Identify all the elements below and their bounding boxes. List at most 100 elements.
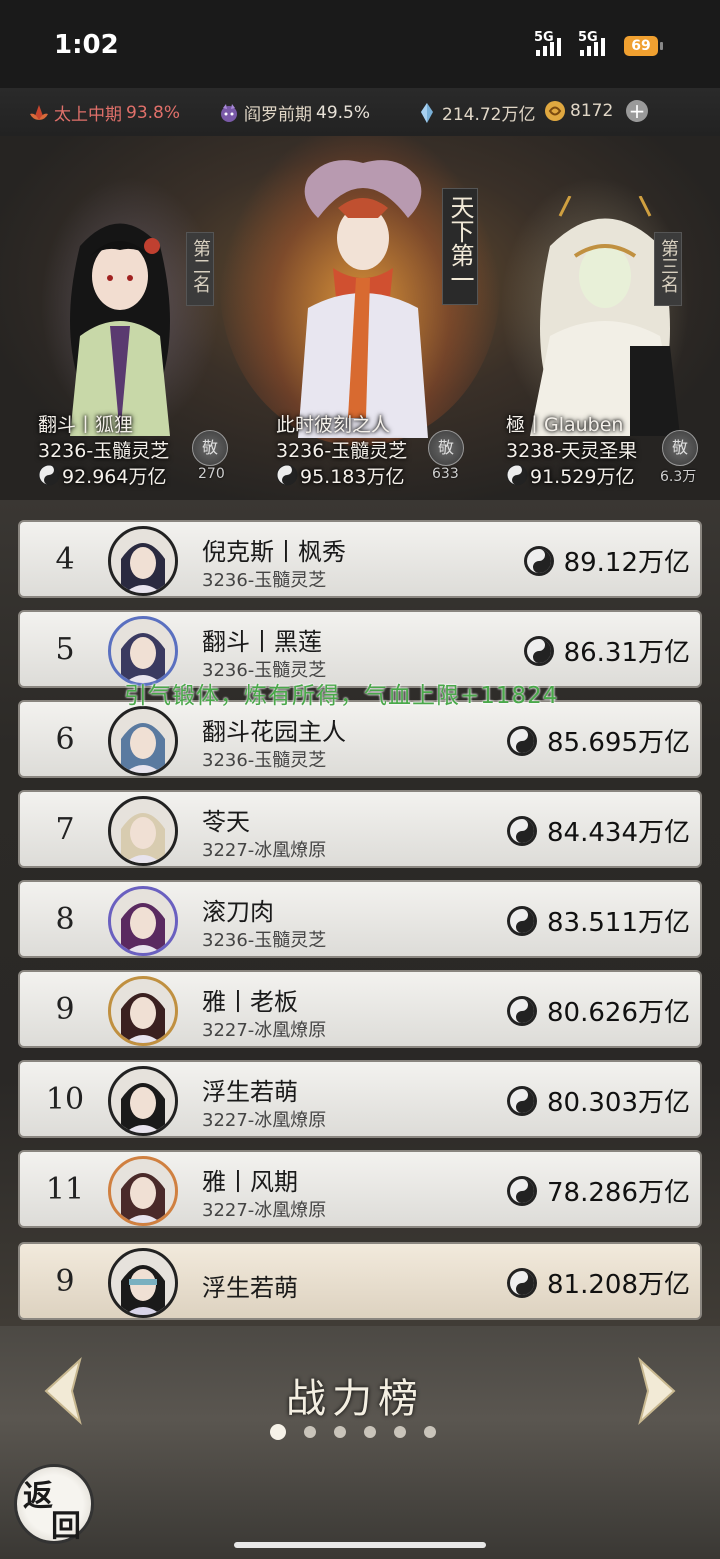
avatar-portrait xyxy=(121,813,165,863)
player-name: 苓天 xyxy=(202,808,250,836)
second-power-line: 92.964万亿 xyxy=(38,462,169,488)
yin-yang-icon xyxy=(38,464,60,486)
ranking-row[interactable]: 8 滚刀肉 3236-玉髓灵芝 83.511万亿 xyxy=(18,880,702,958)
player-avatar[interactable] xyxy=(108,796,178,866)
third-name: 極丨Glauben xyxy=(506,414,624,436)
rank-number: 10 xyxy=(45,1082,85,1117)
rank-number: 11 xyxy=(45,1172,85,1207)
status-bar: 1:02 5G 5G 69 xyxy=(0,0,720,88)
realm1-name: 太上中期 xyxy=(54,105,122,125)
power-value: 78.286万亿 xyxy=(547,1178,690,1208)
player-server: 3227-冰凰燎原 xyxy=(202,1020,327,1041)
leaderboard-title: 战力榜 xyxy=(286,1376,424,1422)
realm-progress-2[interactable]: 阎罗前期 49.5% xyxy=(218,100,370,125)
player-server: 3236-玉髓灵芝 xyxy=(202,750,327,771)
rank-number: 7 xyxy=(55,812,75,847)
yin-yang-icon xyxy=(507,905,538,936)
player-name: 滚刀肉 xyxy=(202,898,274,926)
yin-yang-icon xyxy=(523,545,554,576)
my-power-value: 81.208万亿 xyxy=(547,1270,690,1300)
player-name: 雅丨风期 xyxy=(202,1168,298,1196)
page-dot[interactable] xyxy=(394,1426,406,1438)
player-avatar[interactable] xyxy=(108,706,178,776)
avatar-portrait xyxy=(121,1173,165,1223)
player-power: 86.31万亿 xyxy=(522,632,690,669)
page-dot[interactable] xyxy=(334,1426,346,1438)
player-name: 浮生若萌 xyxy=(202,1078,298,1106)
third-power: 91.529万亿 xyxy=(530,465,635,488)
banner-text: 天下第一 xyxy=(446,195,474,291)
ranking-row[interactable]: 10 浮生若萌 3227-冰凰燎原 80.303万亿 xyxy=(18,1060,702,1138)
my-avatar[interactable] xyxy=(108,1248,178,1318)
ranking-row[interactable]: 11 雅丨风期 3227-冰凰燎原 78.286万亿 xyxy=(18,1150,702,1228)
avatar-portrait xyxy=(121,723,165,773)
player-avatar[interactable] xyxy=(108,976,178,1046)
power-value: 86.31万亿 xyxy=(563,638,690,668)
second-power: 92.964万亿 xyxy=(62,465,167,488)
ranking-row[interactable]: 9 雅丨老板 3227-冰凰燎原 80.626万亿 xyxy=(18,970,702,1048)
coin-currency[interactable]: 8172 xyxy=(544,100,613,122)
yin-yang-icon xyxy=(523,635,554,666)
page-indicator xyxy=(270,1424,436,1440)
back-button[interactable]: 返 回 xyxy=(14,1464,94,1544)
crystal-currency[interactable]: 214.72万亿 xyxy=(416,100,535,125)
my-rank-row[interactable]: 9 浮生若萌 81.208万亿 xyxy=(18,1242,702,1320)
player-avatar[interactable] xyxy=(108,1156,178,1226)
realm-progress-1[interactable]: 太上中期 93.8% xyxy=(28,100,180,125)
realm1-percent: 93.8% xyxy=(126,102,181,123)
avatar-portrait xyxy=(121,1265,165,1315)
crystal-icon xyxy=(421,102,433,123)
yin-yang-icon xyxy=(276,464,298,486)
bottom-nav: 战力榜 返 回 xyxy=(0,1326,720,1559)
home-indicator[interactable] xyxy=(234,1542,486,1548)
page-dot[interactable] xyxy=(304,1426,316,1438)
first-place-character[interactable] xyxy=(278,158,448,438)
first-server: 3236-玉髓灵芝 xyxy=(276,440,408,462)
second-like-button[interactable]: 敬 xyxy=(192,430,228,466)
avatar-portrait xyxy=(121,1083,165,1133)
banner-text: 第二名 xyxy=(190,239,211,293)
yin-yang-icon xyxy=(507,815,538,846)
avatar-portrait xyxy=(121,633,165,683)
player-avatar[interactable] xyxy=(108,1066,178,1136)
my-rank-number: 9 xyxy=(55,1264,75,1299)
ranking-row[interactable]: 4 倪克斯丨枫秀 3236-玉髓灵芝 89.12万亿 xyxy=(18,520,702,598)
previous-arrow-icon[interactable] xyxy=(36,1356,96,1426)
first-place-banner: 天下第一 xyxy=(442,188,478,305)
player-server: 3227-冰凰燎原 xyxy=(202,840,327,861)
page-dot[interactable] xyxy=(364,1426,376,1438)
yin-yang-icon xyxy=(507,1085,538,1116)
player-avatar[interactable] xyxy=(108,886,178,956)
second-place-character[interactable] xyxy=(40,206,200,436)
signal-icon xyxy=(536,38,561,56)
rank-number: 4 xyxy=(55,542,75,577)
page-dot[interactable] xyxy=(270,1424,286,1440)
avatar-portrait xyxy=(121,993,165,1043)
page-dot[interactable] xyxy=(424,1426,436,1438)
ranking-row[interactable]: 7 苓天 3227-冰凰燎原 84.434万亿 xyxy=(18,790,702,868)
player-name: 雅丨老板 xyxy=(202,988,298,1016)
coin-icon xyxy=(545,101,565,121)
realm2-percent: 49.5% xyxy=(316,102,371,123)
add-currency-button[interactable]: + xyxy=(626,100,648,122)
player-avatar[interactable] xyxy=(108,526,178,596)
player-server: 3227-冰凰燎原 xyxy=(202,1200,327,1221)
third-like-button[interactable]: 敬 xyxy=(662,430,698,466)
third-place-info: 極丨Glauben 3238-天灵圣果 91.529万亿 xyxy=(506,410,637,488)
third-server: 3238-天灵圣果 xyxy=(506,440,638,462)
ranking-row[interactable]: 6 翻斗花园主人 3236-玉髓灵芝 85.695万亿 xyxy=(18,700,702,778)
first-like-button[interactable]: 敬 xyxy=(428,430,464,466)
player-power: 84.434万亿 xyxy=(505,812,690,849)
yin-yang-icon xyxy=(507,725,538,756)
first-place-info: 此时彼刻之人 3236-玉髓灵芝 95.183万亿 xyxy=(276,410,407,488)
player-name: 倪克斯丨枫秀 xyxy=(202,538,346,566)
crystal-amount: 214.72万亿 xyxy=(442,105,536,125)
second-like-count: 270 xyxy=(198,466,225,482)
second-name: 翻斗丨狐狸 xyxy=(38,414,134,436)
player-power: 85.695万亿 xyxy=(505,722,690,759)
yin-yang-icon xyxy=(507,1267,538,1298)
next-arrow-icon[interactable] xyxy=(624,1356,684,1426)
demon-icon xyxy=(221,103,237,122)
second-server: 3236-玉髓灵芝 xyxy=(38,440,170,462)
top-three-podium: 第二名 天下第一 第三名 翻斗丨狐狸 3236-玉髓灵芝 92.964万亿 敬 … xyxy=(0,136,720,500)
